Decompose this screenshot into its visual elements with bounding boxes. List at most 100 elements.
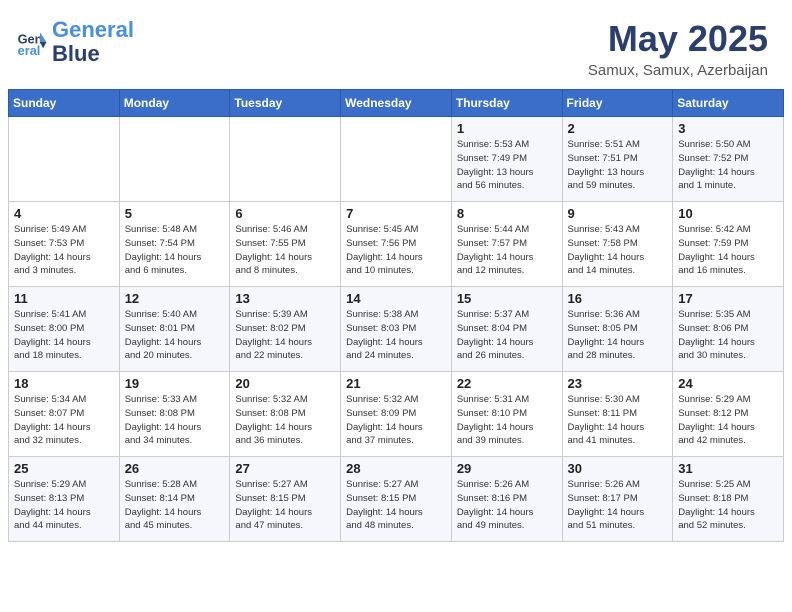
day-number: 28 <box>346 461 446 476</box>
day-info: Sunrise: 5:26 AMSunset: 8:16 PMDaylight:… <box>457 478 557 533</box>
day-cell-3-4: 22 Sunrise: 5:31 AMSunset: 8:10 PMDayligh… <box>451 372 562 457</box>
day-cell-0-3 <box>341 117 452 202</box>
col-thursday: Thursday <box>451 90 562 117</box>
day-number: 30 <box>568 461 668 476</box>
day-cell-0-6: 3 Sunrise: 5:50 AMSunset: 7:52 PMDaylight… <box>673 117 784 202</box>
main-title: May 2025 <box>588 18 768 60</box>
calendar-container: Sunday Monday Tuesday Wednesday Thursday… <box>0 89 792 550</box>
day-info: Sunrise: 5:50 AMSunset: 7:52 PMDaylight:… <box>678 138 778 193</box>
day-number: 24 <box>678 376 778 391</box>
day-info: Sunrise: 5:41 AMSunset: 8:00 PMDaylight:… <box>14 308 114 363</box>
day-number: 6 <box>235 206 335 221</box>
day-info: Sunrise: 5:27 AMSunset: 8:15 PMDaylight:… <box>346 478 446 533</box>
day-cell-3-5: 23 Sunrise: 5:30 AMSunset: 8:11 PMDayligh… <box>562 372 673 457</box>
day-info: Sunrise: 5:29 AMSunset: 8:13 PMDaylight:… <box>14 478 114 533</box>
col-friday: Friday <box>562 90 673 117</box>
day-cell-4-5: 30 Sunrise: 5:26 AMSunset: 8:17 PMDayligh… <box>562 457 673 542</box>
day-number: 5 <box>125 206 225 221</box>
day-number: 29 <box>457 461 557 476</box>
day-cell-4-0: 25Sunrise: 5:29 AMSunset: 8:13 PMDayligh… <box>9 457 120 542</box>
day-cell-2-2: 13 Sunrise: 5:39 AMSunset: 8:02 PMDayligh… <box>230 287 341 372</box>
day-number: 22 <box>457 376 557 391</box>
day-cell-4-2: 27 Sunrise: 5:27 AMSunset: 8:15 PMDayligh… <box>230 457 341 542</box>
day-info: Sunrise: 5:25 AMSunset: 8:18 PMDaylight:… <box>678 478 778 533</box>
day-cell-0-0 <box>9 117 120 202</box>
day-cell-2-3: 14Sunrise: 5:38 AMSunset: 8:03 PMDayligh… <box>341 287 452 372</box>
day-cell-2-0: 11Sunrise: 5:41 AMSunset: 8:00 PMDayligh… <box>9 287 120 372</box>
day-number: 18 <box>14 376 114 391</box>
day-info: Sunrise: 5:28 AMSunset: 8:14 PMDaylight:… <box>125 478 225 533</box>
calendar-header: Sunday Monday Tuesday Wednesday Thursday… <box>9 90 784 117</box>
day-cell-3-3: 21 Sunrise: 5:32 AMSunset: 8:09 PMDayligh… <box>341 372 452 457</box>
logo-icon: Gen eral <box>16 26 48 58</box>
day-info: Sunrise: 5:48 AMSunset: 7:54 PMDaylight:… <box>125 223 225 278</box>
day-cell-3-6: 24Sunrise: 5:29 AMSunset: 8:12 PMDayligh… <box>673 372 784 457</box>
day-cell-4-3: 28 Sunrise: 5:27 AMSunset: 8:15 PMDayligh… <box>341 457 452 542</box>
day-info: Sunrise: 5:46 AMSunset: 7:55 PMDaylight:… <box>235 223 335 278</box>
day-number: 21 <box>346 376 446 391</box>
day-number: 7 <box>346 206 446 221</box>
col-monday: Monday <box>119 90 230 117</box>
day-cell-1-5: 9 Sunrise: 5:43 AMSunset: 7:58 PMDaylight… <box>562 202 673 287</box>
day-info: Sunrise: 5:26 AMSunset: 8:17 PMDaylight:… <box>568 478 668 533</box>
day-info: Sunrise: 5:34 AMSunset: 8:07 PMDaylight:… <box>14 393 114 448</box>
day-info: Sunrise: 5:42 AMSunset: 7:59 PMDaylight:… <box>678 223 778 278</box>
col-sunday: Sunday <box>9 90 120 117</box>
day-info: Sunrise: 5:43 AMSunset: 7:58 PMDaylight:… <box>568 223 668 278</box>
page-header: Gen eral GeneralBlue May 2025 Samux, Sam… <box>0 0 792 89</box>
day-cell-1-3: 7 Sunrise: 5:45 AMSunset: 7:56 PMDaylight… <box>341 202 452 287</box>
day-info: Sunrise: 5:45 AMSunset: 7:56 PMDaylight:… <box>346 223 446 278</box>
day-number: 16 <box>568 291 668 306</box>
day-info: Sunrise: 5:53 AMSunset: 7:49 PMDaylight:… <box>457 138 557 193</box>
day-number: 19 <box>125 376 225 391</box>
day-cell-0-5: 2Sunrise: 5:51 AMSunset: 7:51 PMDaylight… <box>562 117 673 202</box>
day-info: Sunrise: 5:32 AMSunset: 8:09 PMDaylight:… <box>346 393 446 448</box>
day-number: 27 <box>235 461 335 476</box>
week-row-1: 1 Sunrise: 5:53 AMSunset: 7:49 PMDaylight… <box>9 117 784 202</box>
calendar-table: Sunday Monday Tuesday Wednesday Thursday… <box>8 89 784 542</box>
week-row-3: 11Sunrise: 5:41 AMSunset: 8:00 PMDayligh… <box>9 287 784 372</box>
day-cell-3-0: 18 Sunrise: 5:34 AMSunset: 8:07 PMDayligh… <box>9 372 120 457</box>
day-info: Sunrise: 5:30 AMSunset: 8:11 PMDaylight:… <box>568 393 668 448</box>
day-info: Sunrise: 5:31 AMSunset: 8:10 PMDaylight:… <box>457 393 557 448</box>
day-info: Sunrise: 5:32 AMSunset: 8:08 PMDaylight:… <box>235 393 335 448</box>
subtitle: Samux, Samux, Azerbaijan <box>588 62 768 79</box>
day-cell-4-4: 29 Sunrise: 5:26 AMSunset: 8:16 PMDayligh… <box>451 457 562 542</box>
days-of-week-row: Sunday Monday Tuesday Wednesday Thursday… <box>9 90 784 117</box>
logo: Gen eral GeneralBlue <box>16 18 134 66</box>
day-cell-4-6: 31Sunrise: 5:25 AMSunset: 8:18 PMDayligh… <box>673 457 784 542</box>
day-cell-1-6: 10 Sunrise: 5:42 AMSunset: 7:59 PMDayligh… <box>673 202 784 287</box>
day-info: Sunrise: 5:39 AMSunset: 8:02 PMDaylight:… <box>235 308 335 363</box>
day-number: 10 <box>678 206 778 221</box>
day-cell-3-2: 20 Sunrise: 5:32 AMSunset: 8:08 PMDayligh… <box>230 372 341 457</box>
day-info: Sunrise: 5:40 AMSunset: 8:01 PMDaylight:… <box>125 308 225 363</box>
day-cell-1-4: 8Sunrise: 5:44 AMSunset: 7:57 PMDaylight… <box>451 202 562 287</box>
day-cell-4-1: 26 Sunrise: 5:28 AMSunset: 8:14 PMDayligh… <box>119 457 230 542</box>
day-number: 20 <box>235 376 335 391</box>
day-info: Sunrise: 5:49 AMSunset: 7:53 PMDaylight:… <box>14 223 114 278</box>
day-cell-2-1: 12Sunrise: 5:40 AMSunset: 8:01 PMDayligh… <box>119 287 230 372</box>
day-cell-0-2 <box>230 117 341 202</box>
day-info: Sunrise: 5:37 AMSunset: 8:04 PMDaylight:… <box>457 308 557 363</box>
day-number: 26 <box>125 461 225 476</box>
day-cell-0-4: 1 Sunrise: 5:53 AMSunset: 7:49 PMDaylight… <box>451 117 562 202</box>
week-row-5: 25Sunrise: 5:29 AMSunset: 8:13 PMDayligh… <box>9 457 784 542</box>
day-number: 23 <box>568 376 668 391</box>
day-number: 9 <box>568 206 668 221</box>
day-info: Sunrise: 5:51 AMSunset: 7:51 PMDaylight:… <box>568 138 668 193</box>
day-number: 1 <box>457 121 557 136</box>
day-number: 3 <box>678 121 778 136</box>
day-info: Sunrise: 5:27 AMSunset: 8:15 PMDaylight:… <box>235 478 335 533</box>
day-cell-1-1: 5 Sunrise: 5:48 AMSunset: 7:54 PMDaylight… <box>119 202 230 287</box>
day-number: 14 <box>346 291 446 306</box>
day-info: Sunrise: 5:44 AMSunset: 7:57 PMDaylight:… <box>457 223 557 278</box>
day-number: 13 <box>235 291 335 306</box>
logo-text: GeneralBlue <box>52 18 134 66</box>
calendar-body: 1 Sunrise: 5:53 AMSunset: 7:49 PMDaylight… <box>9 117 784 542</box>
day-cell-3-1: 19Sunrise: 5:33 AMSunset: 8:08 PMDayligh… <box>119 372 230 457</box>
col-saturday: Saturday <box>673 90 784 117</box>
day-cell-2-6: 17Sunrise: 5:35 AMSunset: 8:06 PMDayligh… <box>673 287 784 372</box>
title-block: May 2025 Samux, Samux, Azerbaijan <box>588 18 768 79</box>
day-cell-1-0: 4Sunrise: 5:49 AMSunset: 7:53 PMDaylight… <box>9 202 120 287</box>
week-row-4: 18 Sunrise: 5:34 AMSunset: 8:07 PMDayligh… <box>9 372 784 457</box>
